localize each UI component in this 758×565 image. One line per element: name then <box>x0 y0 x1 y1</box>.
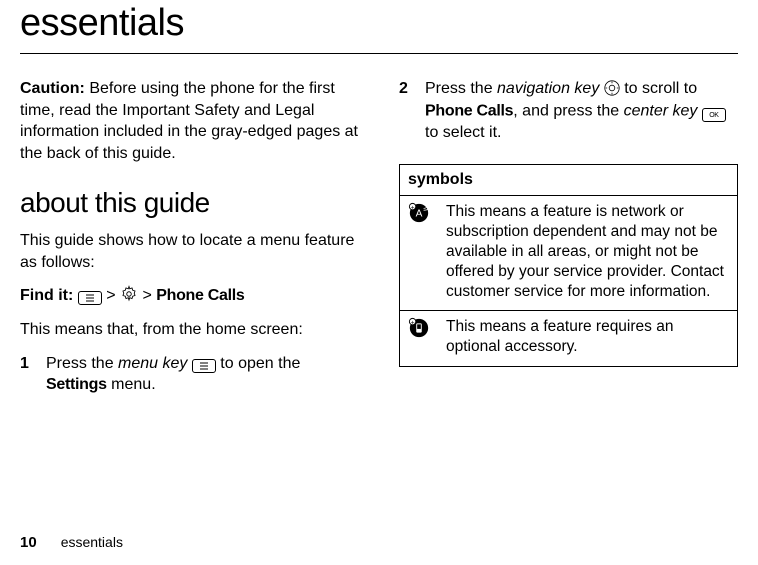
step-1-text: Press the menu key to open the Settings … <box>46 353 359 396</box>
footer-section: essentials <box>61 534 123 550</box>
step1-text-c: menu. <box>107 376 156 393</box>
optional-accessory-icon: + <box>400 311 439 366</box>
step1-text-a: Press the <box>46 355 118 372</box>
right-column: 2 Press the navigation key to scroll to … <box>399 78 738 406</box>
svg-text:+: + <box>411 204 415 211</box>
page-number: 10 <box>20 534 37 551</box>
symbol-accessory-text: This means a feature requires an optiona… <box>438 311 738 366</box>
left-column: Caution: Before using the phone for the … <box>20 78 359 406</box>
guide-intro: This guide shows how to locate a menu fe… <box>20 230 359 273</box>
step-2-number: 2 <box>399 78 411 144</box>
network-feature-icon: A+ <box>400 195 439 311</box>
svg-text:A: A <box>416 208 423 219</box>
footer: 10 essentials <box>20 534 123 551</box>
horizontal-rule <box>20 53 738 54</box>
menu-key-icon <box>78 285 102 307</box>
means-paragraph: This means that, from the home screen: <box>20 319 359 341</box>
symbol-network-text: This means a feature is network or subsc… <box>438 195 738 311</box>
find-it-label: Find it: <box>20 287 73 304</box>
step2-d: to select it. <box>425 124 501 141</box>
find-it-line: Find it: > > Phone Calls <box>20 285 359 307</box>
step1-key: menu key <box>118 355 187 372</box>
step2-a: Press the <box>425 80 497 97</box>
symbol-row-network: A+ This means a feature is network or su… <box>400 195 738 311</box>
symbols-table: symbols A+ This means a feature is netwo… <box>399 164 738 367</box>
step1-text-b: to open the <box>216 355 301 372</box>
step2-c: , and press the <box>513 102 623 119</box>
content-columns: Caution: Before using the phone for the … <box>20 78 738 406</box>
svg-text:+: + <box>411 320 415 327</box>
findit-sep2: > <box>138 287 156 304</box>
page-title: essentials <box>20 0 738 53</box>
caution-label: Caution: <box>20 80 85 97</box>
ok-key-icon: OK <box>702 100 726 123</box>
step2-key1: navigation key <box>497 80 599 97</box>
step-1-number: 1 <box>20 353 32 396</box>
step-2: 2 Press the navigation key to scroll to … <box>399 78 738 144</box>
symbols-header: symbols <box>400 164 738 195</box>
symbols-header-row: symbols <box>400 164 738 195</box>
menu-key-icon <box>192 353 216 375</box>
caution-paragraph: Caution: Before using the phone for the … <box>20 78 359 164</box>
step-1: 1 Press the menu key to open the Setting… <box>20 353 359 396</box>
findit-target: Phone Calls <box>156 287 244 304</box>
settings-icon <box>120 285 138 307</box>
nav-key-icon <box>604 78 620 100</box>
step1-menu: Settings <box>46 376 107 393</box>
step2-key2: center key <box>624 102 698 119</box>
step-2-text: Press the navigation key to scroll to Ph… <box>425 78 738 144</box>
step2-target: Phone Calls <box>425 102 513 119</box>
symbol-row-accessory: + This means a feature requires an optio… <box>400 311 738 366</box>
findit-sep1: > <box>102 287 120 304</box>
step2-b: to scroll to <box>620 80 697 97</box>
section-title: about this guide <box>20 184 359 222</box>
